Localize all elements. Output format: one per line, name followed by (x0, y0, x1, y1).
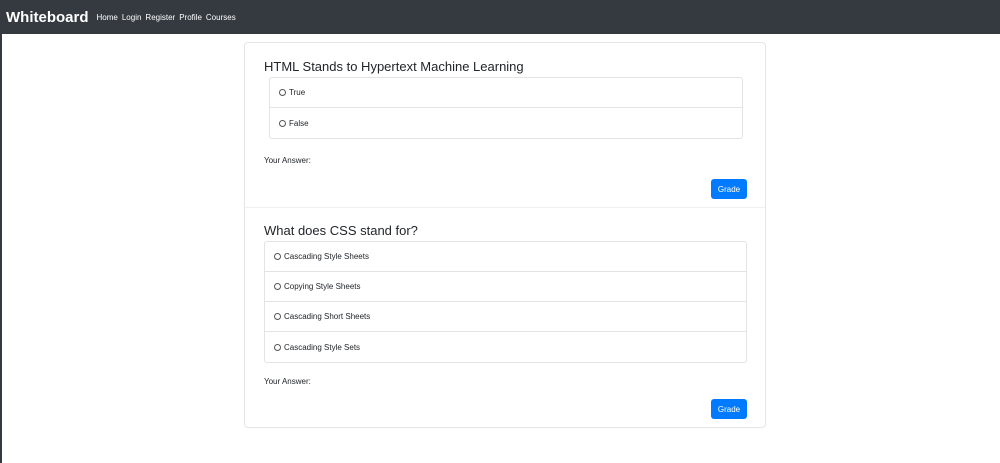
brand-logo[interactable]: Whiteboard (6, 9, 89, 26)
option-cascading-style-sheets[interactable]: Cascading Style Sheets (265, 242, 746, 272)
option-label: Copying Style Sheets (284, 282, 361, 291)
divider (245, 207, 765, 208)
option-true[interactable]: True (270, 78, 742, 108)
option-label: Cascading Short Sheets (284, 312, 371, 321)
nav-link-profile[interactable]: Profile (179, 13, 202, 22)
radio-button[interactable] (274, 283, 281, 290)
radio-button[interactable] (274, 343, 281, 351)
nav-link-home[interactable]: Home (97, 13, 118, 22)
option-cascading-short-sheets[interactable]: Cascading Short Sheets (265, 302, 746, 332)
option-label: Cascading Style Sets (284, 342, 361, 352)
option-label: False (289, 118, 309, 128)
your-answer-label: Your Answer: (264, 377, 311, 386)
grade-button[interactable]: Grade (711, 399, 747, 419)
options-list: True False (269, 77, 743, 139)
quiz-card: HTML Stands to Hypertext Machine Learnin… (244, 42, 766, 428)
options-list: Cascading Style Sheets Copying Style She… (264, 241, 747, 363)
option-false[interactable]: False (270, 108, 742, 138)
option-copying-style-sheets[interactable]: Copying Style Sheets (265, 272, 746, 302)
option-cascading-style-sets[interactable]: Cascading Style Sets (265, 332, 746, 362)
nav-link-courses[interactable]: Courses (206, 13, 236, 22)
question-title: What does CSS stand for? (264, 223, 418, 238)
radio-button[interactable] (279, 119, 286, 127)
radio-button[interactable] (279, 89, 286, 96)
grade-button[interactable]: Grade (711, 179, 747, 199)
your-answer-label: Your Answer: (264, 156, 311, 165)
radio-button[interactable] (274, 313, 281, 320)
question-title: HTML Stands to Hypertext Machine Learnin… (264, 59, 524, 74)
navbar: Whiteboard Home Login Register Profile C… (2, 0, 1000, 34)
nav-link-register[interactable]: Register (145, 13, 175, 22)
option-label: Cascading Style Sheets (284, 252, 369, 261)
option-label: True (289, 88, 306, 97)
nav-link-login[interactable]: Login (122, 13, 142, 22)
radio-button[interactable] (274, 253, 281, 260)
